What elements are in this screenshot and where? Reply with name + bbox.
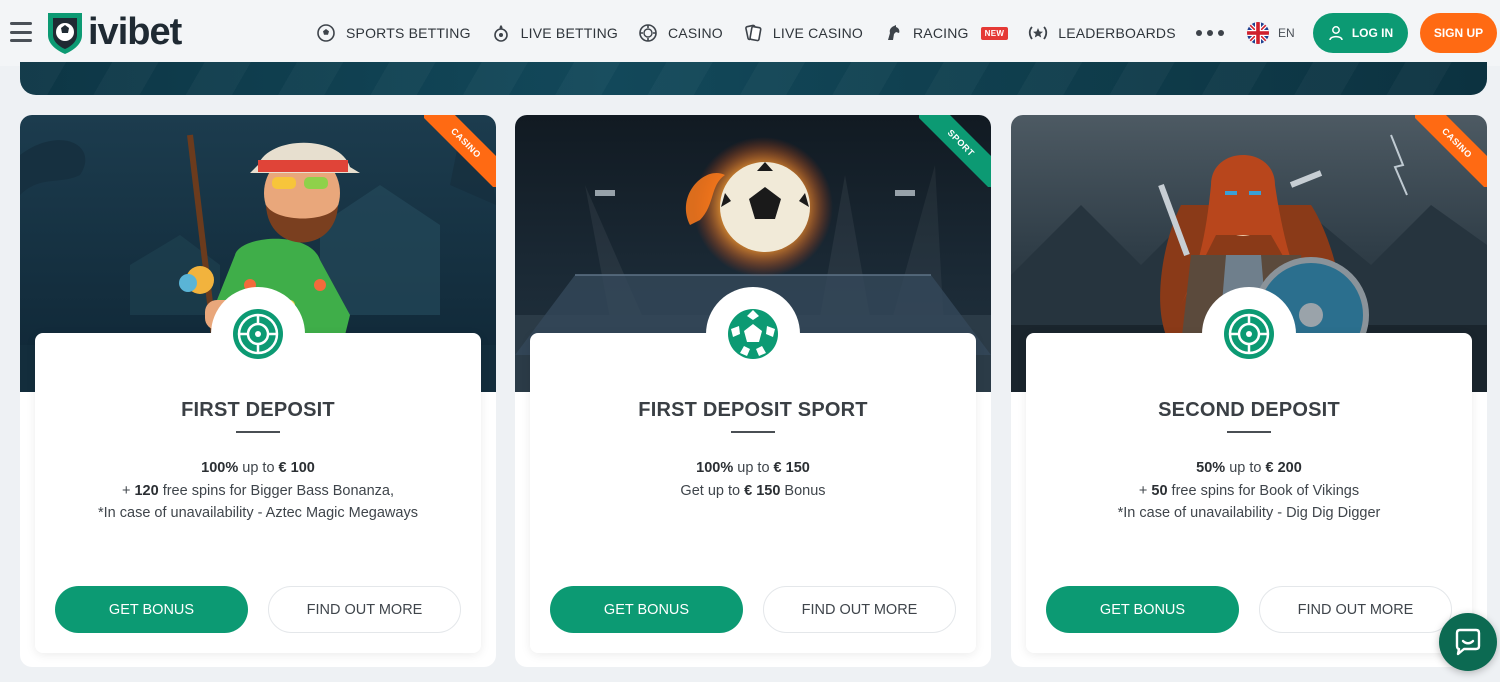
desc-line-2: + 50 free spins for Book of Vikings	[1138, 482, 1360, 499]
title-divider	[731, 431, 775, 433]
chat-bubble-icon	[1455, 628, 1481, 656]
soccer-ball-icon	[316, 23, 336, 43]
card-title: FIRST DEPOSIT	[181, 399, 335, 421]
menu-icon[interactable]	[10, 22, 32, 42]
more-menu-icon[interactable]	[1195, 30, 1224, 36]
live-ball-icon	[491, 23, 511, 43]
nav-label: CASINO	[667, 25, 723, 41]
main-nav: SPORTS BETTING LIVE BETTING CASINO LIVE …	[316, 0, 1224, 66]
ribbon-label: CASINO	[424, 115, 496, 187]
desc-line-1: 100% up to € 100	[201, 460, 315, 476]
nav-leaderboards[interactable]: LEADERBOARDS	[1028, 23, 1176, 43]
ribbon-label: SPORT	[919, 115, 991, 187]
title-divider	[236, 431, 280, 433]
nav-label: LEADERBOARDS	[1058, 25, 1176, 41]
signup-button[interactable]: SIGN UP	[1420, 13, 1497, 53]
title-divider	[1227, 431, 1271, 433]
login-label: LOG IN	[1351, 26, 1394, 40]
cards-icon	[743, 23, 763, 43]
shield-logo-icon	[48, 13, 82, 54]
get-bonus-button[interactable]: GET BONUS	[550, 586, 743, 633]
roulette-icon	[211, 287, 305, 381]
ivibet-logo[interactable]: ivibet	[44, 8, 182, 56]
signup-label: SIGN UP	[1433, 26, 1484, 40]
laurel-icon	[1028, 23, 1048, 43]
top-header: ivibet SPORTS BETTING LIVE BETTING CASIN…	[0, 0, 1500, 66]
ribbon: CASINO	[1415, 115, 1487, 187]
login-button[interactable]: LOG IN	[1313, 13, 1408, 53]
find-out-more-button[interactable]: FIND OUT MORE	[1259, 586, 1452, 633]
get-bonus-button[interactable]: GET BONUS	[1046, 586, 1239, 633]
logo-text: ivibet	[88, 10, 182, 53]
nav-label: SPORTS BETTING	[346, 25, 471, 41]
nav-racing[interactable]: RACING NEW	[883, 23, 1009, 43]
find-out-more-button[interactable]: FIND OUT MORE	[763, 586, 956, 633]
get-bonus-button[interactable]: GET BONUS	[55, 586, 248, 633]
card-title: SECOND DEPOSIT	[1158, 399, 1340, 421]
card-title: FIRST DEPOSIT SPORT	[638, 399, 868, 421]
ribbon-label: CASINO	[1415, 115, 1487, 187]
new-badge: NEW	[980, 26, 1009, 40]
desc-line-1: 50% up to € 200	[1196, 460, 1302, 476]
roulette-icon	[1202, 287, 1296, 381]
bonus-card-first-deposit-sport: SPORT FIRST DEPOSIT SPORT 100% up to € 1…	[515, 115, 991, 667]
desc-line-3: *In case of unavailability - Dig Dig Dig…	[1117, 505, 1381, 521]
nav-live-casino[interactable]: LIVE CASINO	[743, 23, 863, 43]
casino-chip-icon	[638, 23, 658, 43]
desc-line-2: + 120 free spins for Bigger Bass Bonanza…	[121, 482, 395, 499]
nav-label: LIVE CASINO	[772, 25, 863, 41]
horse-icon	[883, 23, 903, 43]
desc-line-3: *In case of unavailability - Aztec Magic…	[98, 505, 418, 521]
live-chat-button[interactable]	[1439, 613, 1497, 671]
desc-line-1: 100% up to € 150	[696, 460, 810, 476]
uk-flag-icon	[1247, 22, 1269, 44]
nav-casino[interactable]: CASINO	[638, 23, 723, 43]
soccer-ball-icon	[706, 287, 800, 381]
language-label: EN	[1278, 26, 1295, 40]
user-icon	[1329, 26, 1343, 41]
bonus-card-second-deposit: CASINO SECOND DEPOSIT 50% up to € 200 + …	[1011, 115, 1487, 667]
card-description: 50% up to € 200 + 50 free spins for Book…	[1041, 457, 1457, 525]
nav-live-betting[interactable]: LIVE BETTING	[491, 23, 618, 43]
language-selector[interactable]: EN	[1247, 22, 1295, 44]
bonus-card-first-deposit: CASINO FIRST DEPOSIT 100% up to € 100 + …	[20, 115, 496, 667]
nav-sports-betting[interactable]: SPORTS BETTING	[316, 23, 471, 43]
desc-line-2: Get up to € 150 Bonus	[680, 482, 826, 499]
nav-label: RACING	[913, 25, 969, 41]
card-description: 100% up to € 150 Get up to € 150 Bonus	[545, 457, 961, 502]
card-description: 100% up to € 100 + 120 free spins for Bi…	[50, 457, 466, 525]
ribbon: SPORT	[919, 115, 991, 187]
hero-banner	[20, 62, 1487, 95]
nav-label: LIVE BETTING	[520, 25, 618, 41]
ribbon: CASINO	[424, 115, 496, 187]
find-out-more-button[interactable]: FIND OUT MORE	[268, 586, 461, 633]
